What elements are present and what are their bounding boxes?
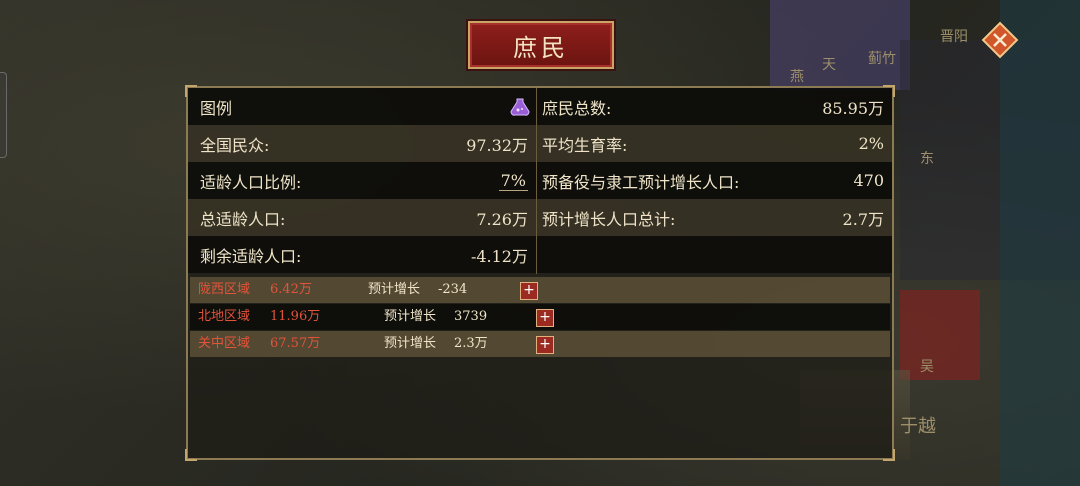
national-people-value: 97.32万 xyxy=(466,135,528,155)
add-region-button[interactable]: + xyxy=(520,282,538,300)
eligible-ratio-input[interactable]: 7% xyxy=(498,162,528,199)
list-item: 北地区域 11.96万 预计增长 3739 + xyxy=(190,304,890,330)
total-growth-label: 预计增长人口总计: xyxy=(542,209,676,229)
growth-label: 预计增长 xyxy=(384,336,437,351)
map-region-sea xyxy=(1000,0,1080,486)
map-region-red xyxy=(900,290,980,380)
growth-label: 预计增长 xyxy=(384,309,437,324)
map-label: 于越 xyxy=(900,416,936,437)
national-people-label: 全国民众: xyxy=(200,135,270,155)
reserve-growth-label: 预备役与隶工预计增长人口: xyxy=(542,172,740,192)
add-region-button[interactable]: + xyxy=(536,309,554,327)
legend-label: 图例 xyxy=(200,98,233,118)
reserve-growth-value: 470 xyxy=(853,171,884,190)
total-eligible-value: 7.26万 xyxy=(476,209,528,229)
growth-value: 3739 xyxy=(454,309,488,324)
growth-value: -234 xyxy=(438,282,468,297)
list-item: 陇西区域 6.42万 预计增长 -234 + xyxy=(190,277,890,303)
total-commoners-value: 85.95万 xyxy=(822,98,884,118)
column-divider xyxy=(536,88,537,274)
region-name: 陇西区域 xyxy=(198,282,251,297)
region-population: 67.57万 xyxy=(270,336,321,351)
region-population: 11.96万 xyxy=(270,309,321,324)
close-icon xyxy=(981,21,1019,59)
map-label: 东 xyxy=(920,151,934,167)
total-commoners-label: 庶民总数: xyxy=(542,98,612,118)
potion-icon[interactable] xyxy=(510,98,530,116)
map-label: 天 xyxy=(822,57,836,73)
total-growth-value: 2.7万 xyxy=(842,209,884,229)
region-name: 北地区域 xyxy=(198,309,251,324)
list-item: 关中区域 67.57万 预计增长 2.3万 + xyxy=(190,331,890,357)
map-label: 吴 xyxy=(920,359,934,375)
map-label: 晋阳 xyxy=(940,29,968,45)
birth-rate-label: 平均生育率: xyxy=(542,135,628,155)
growth-label: 预计增长 xyxy=(368,282,421,297)
eligible-ratio-label: 适龄人口比例: xyxy=(200,172,302,192)
total-eligible-label: 总适龄人口: xyxy=(200,209,286,229)
remaining-eligible-value: -4.12万 xyxy=(470,246,528,266)
population-panel: 图例 庶民总数: 85.95万 全国民众: 97.32万 平均生育率: 2% 适… xyxy=(185,85,895,461)
region-population: 6.42万 xyxy=(270,282,312,297)
growth-value: 2.3万 xyxy=(454,336,488,351)
eligible-ratio-value[interactable]: 7% xyxy=(498,171,528,191)
stats-table: 图例 庶民总数: 85.95万 全国民众: 97.32万 平均生育率: 2% 适… xyxy=(188,88,892,274)
map-label: 燕 xyxy=(790,69,804,85)
map-label: 蓟竹 xyxy=(868,51,896,67)
birth-rate-value: 2% xyxy=(858,134,884,153)
close-button[interactable] xyxy=(980,20,1020,60)
page-title: 庶民 xyxy=(468,21,614,69)
add-region-button[interactable]: + xyxy=(536,336,554,354)
region-name: 关中区域 xyxy=(198,336,251,351)
side-drawer-tab[interactable] xyxy=(0,72,7,158)
remaining-eligible-label: 剩余适龄人口: xyxy=(200,246,302,266)
